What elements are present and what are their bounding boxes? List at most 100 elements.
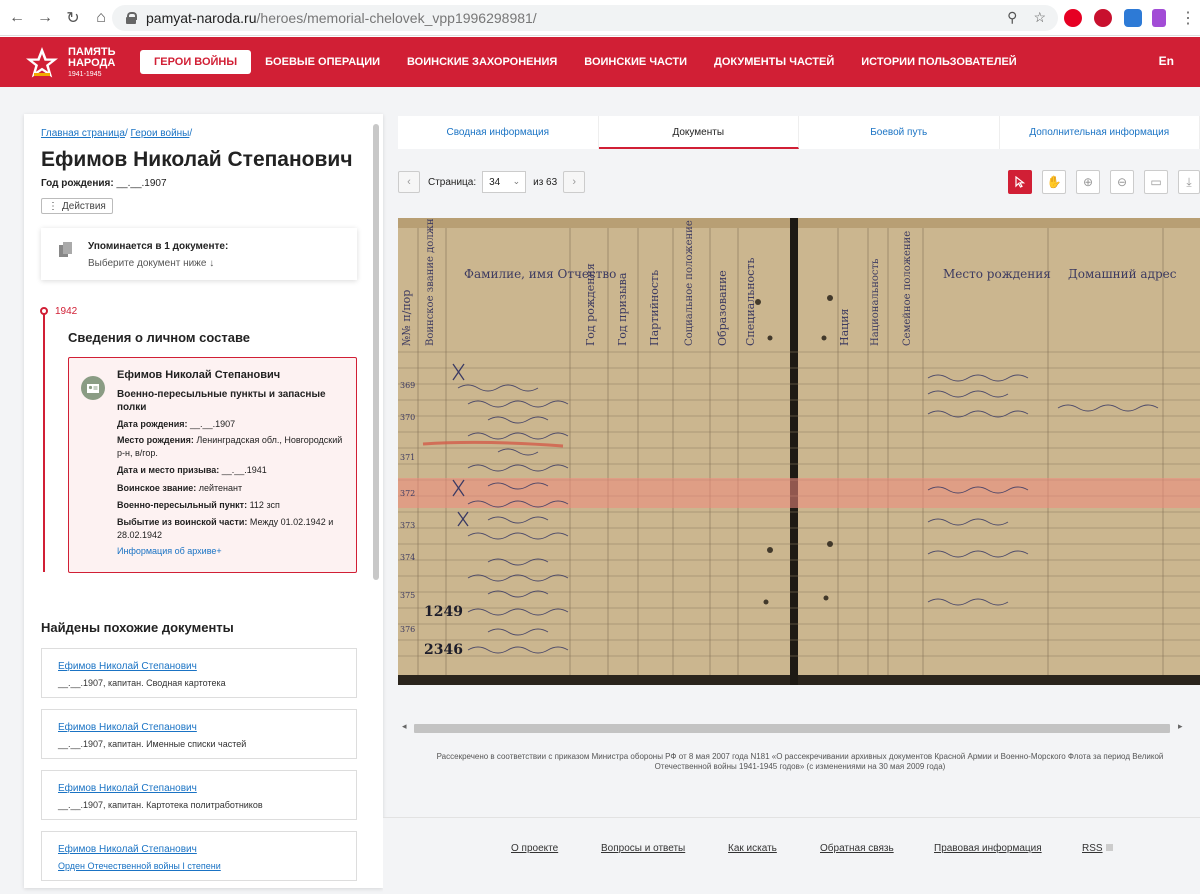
nav-operations[interactable]: БОЕВЫЕ ОПЕРАЦИИ <box>265 56 380 68</box>
similar-doc-card[interactable]: Ефимов Николай Степанович __.__.1907, ка… <box>41 770 357 820</box>
footer-link-faq[interactable]: Вопросы и ответы <box>601 843 685 854</box>
scroll-left-icon[interactable]: ◂ <box>402 721 407 732</box>
doc-header-birthplace: Место рождения <box>943 267 1051 281</box>
cloud-extension-icon[interactable] <box>1124 9 1142 27</box>
similar-doc-card[interactable]: Ефимов Николай Степанович __.__.1907, ка… <box>41 709 357 759</box>
document-tabs: Сводная информация Документы Боевой путь… <box>398 116 1200 149</box>
mention-title: Упоминается в 1 документе: <box>88 241 229 252</box>
doc-row-number: 371 <box>400 453 415 462</box>
back-icon[interactable]: ← <box>6 7 28 29</box>
zoom-icon[interactable]: ⚲ <box>1007 9 1017 26</box>
pen-extension-icon[interactable] <box>1152 9 1166 27</box>
doc-row-number: 372 <box>400 489 415 498</box>
prev-page-button[interactable]: ‹ <box>398 171 420 193</box>
breadcrumb-heroes[interactable]: Герои войны <box>131 128 190 139</box>
scroll-right-icon[interactable]: ▸ <box>1178 721 1183 732</box>
nav-unit-documents[interactable]: ДОКУМЕНТЫ ЧАСТЕЙ <box>714 56 834 68</box>
doc-header-education: Образование <box>716 270 729 346</box>
actions-button[interactable]: ⋮ Действия <box>41 198 113 214</box>
chevron-down-icon: ⌄ <box>512 176 521 186</box>
download-icon[interactable]: ⤓ <box>1178 170 1200 194</box>
similar-doc-award-link[interactable]: Орден Отечественной войны I степени <box>58 861 221 871</box>
similar-doc-link[interactable]: Ефимов Николай Степанович <box>58 661 197 672</box>
archive-info-link[interactable]: Информация об архиве+ <box>117 546 222 556</box>
record-rank: Воинское звание: лейтенант <box>117 483 243 493</box>
doc-row-number: 369 <box>400 381 415 390</box>
site-header: ПАМЯТЬ НАРОДА 1941-1945 ГЕРОИ ВОЙНЫ БОЕВ… <box>0 37 1200 87</box>
page-select[interactable]: 34 ⌄ <box>482 171 527 193</box>
similar-doc-card[interactable]: Ефимов Николай Степанович __.__.1907, ка… <box>41 648 357 698</box>
doc-header-social: Социальное положение <box>684 220 695 346</box>
tab-documents[interactable]: Документы <box>598 116 799 149</box>
breadcrumb: Главная страница/ Герои войны/ <box>41 128 193 139</box>
next-page-button[interactable]: › <box>563 171 586 193</box>
doc-header-family: Семейное положение <box>902 231 913 346</box>
doc-header-number: №№ п/пор <box>400 290 413 346</box>
document-viewer[interactable]: №№ п/пор Воинское звание должность Фамил… <box>398 218 1200 685</box>
cursor-icon[interactable] <box>1008 170 1032 194</box>
tab-combat-path[interactable]: Боевой путь <box>799 116 1000 149</box>
tab-summary[interactable]: Сводная информация <box>398 116 599 149</box>
scrollbar-thumb[interactable] <box>414 724 1170 733</box>
main-nav: ГЕРОИ ВОЙНЫ БОЕВЫЕ ОПЕРАЦИИ ВОИНСКИЕ ЗАХ… <box>140 50 1044 74</box>
similar-doc-card[interactable]: Ефимов Николай Степанович Орден Отечеств… <box>41 831 357 881</box>
footer-link-about[interactable]: О проекте <box>511 843 558 854</box>
zoom-out-icon[interactable]: ⊖ <box>1110 170 1134 194</box>
record-birth-date: Дата рождения: __.__.1907 <box>117 419 236 429</box>
mention-hint: Выберите документ ниже ↓ <box>88 258 215 269</box>
personnel-record-card[interactable]: Ефимов Николай Степанович Военно-пересыл… <box>68 357 357 573</box>
pinterest-icon[interactable] <box>1064 9 1082 27</box>
nav-heroes[interactable]: ГЕРОИ ВОЙНЫ <box>140 50 252 74</box>
doc-header-address: Домашний адрес <box>1068 267 1177 281</box>
doc-row-number: 374 <box>400 553 415 562</box>
star-logo-icon <box>26 47 58 78</box>
tab-additional-info[interactable]: Дополнительная информация <box>1000 116 1200 149</box>
nav-user-stories[interactable]: ИСТОРИИ ПОЛЬЗОВАТЕЛЕЙ <box>861 56 1016 68</box>
breadcrumb-home[interactable]: Главная страница <box>41 128 125 139</box>
record-unit: Военно-пересыльные пункты и запасные пол… <box>117 389 326 413</box>
adblock-plus-icon[interactable] <box>1094 9 1112 27</box>
doc-header-party: Партийность <box>648 270 661 346</box>
reload-icon[interactable]: ↻ <box>62 7 84 29</box>
language-switch[interactable]: En <box>1159 54 1174 68</box>
similar-docs-title: Найдены похожие документы <box>41 620 234 635</box>
birth-year: Год рождения: __.__.1907 <box>41 178 167 189</box>
person-card-icon <box>81 376 105 400</box>
menu-dots-icon[interactable]: ⋮ <box>1180 8 1196 28</box>
address-bar[interactable]: pamyat-naroda.ru/heroes/memorial-chelove… <box>112 5 1058 31</box>
forward-icon[interactable]: → <box>34 7 56 29</box>
similar-doc-link[interactable]: Ефимов Николай Степанович <box>58 722 197 733</box>
similar-doc-desc: __.__.1907, капитан. Сводная картотека <box>58 678 226 688</box>
panel-scrollbar[interactable] <box>373 124 379 580</box>
doc-stamp-number: 2346 <box>424 642 463 658</box>
doc-row-number: 373 <box>400 521 415 530</box>
hand-icon[interactable]: ✋ <box>1042 170 1066 194</box>
bookmark-star-icon[interactable]: ☆ <box>1033 9 1046 26</box>
timeline-dot <box>40 307 48 315</box>
footer-link-rss[interactable]: RSS <box>1082 843 1113 854</box>
nav-units[interactable]: ВОИНСКИЕ ЧАСТИ <box>584 56 687 68</box>
monitor-icon[interactable]: ▭ <box>1144 170 1168 194</box>
zoom-in-icon[interactable]: ⊕ <box>1076 170 1100 194</box>
footer-link-how-to-search[interactable]: Как искать <box>728 843 777 854</box>
page-label: Страница: <box>428 176 477 188</box>
documents-icon <box>59 242 72 257</box>
doc-row-number: 376 <box>400 625 415 634</box>
viewer-horizontal-scrollbar[interactable]: ◂ ▸ <box>398 721 1200 735</box>
record-draft: Дата и место призыва: __.__.1941 <box>117 465 267 475</box>
timeline-line <box>43 314 45 572</box>
similar-doc-link[interactable]: Ефимов Николай Степанович <box>58 783 197 794</box>
footer-link-legal[interactable]: Правовая информация <box>934 843 1042 854</box>
nav-burials[interactable]: ВОИНСКИЕ ЗАХОРОНЕНИЯ <box>407 56 557 68</box>
home-icon[interactable]: ⌂ <box>90 7 112 29</box>
declassification-notice: Рассекречено в соответствии с приказом М… <box>436 752 1164 771</box>
doc-header-nationality: Национальность <box>870 258 881 346</box>
doc-row-number: 370 <box>400 413 415 422</box>
footer-link-feedback[interactable]: Обратная связь <box>820 843 894 854</box>
similar-doc-link[interactable]: Ефимов Николай Степанович <box>58 844 197 855</box>
record-birth-place: Место рождения: Ленинградская обл., Новг… <box>117 435 343 458</box>
logo[interactable]: ПАМЯТЬ НАРОДА 1941-1945 <box>24 45 134 81</box>
doc-header-rank: Воинское звание должность <box>425 218 436 346</box>
doc-header-birth-year: Год рождения <box>584 263 597 346</box>
page-navigator: ‹ Страница: 34 ⌄ из 63 › <box>398 170 586 194</box>
